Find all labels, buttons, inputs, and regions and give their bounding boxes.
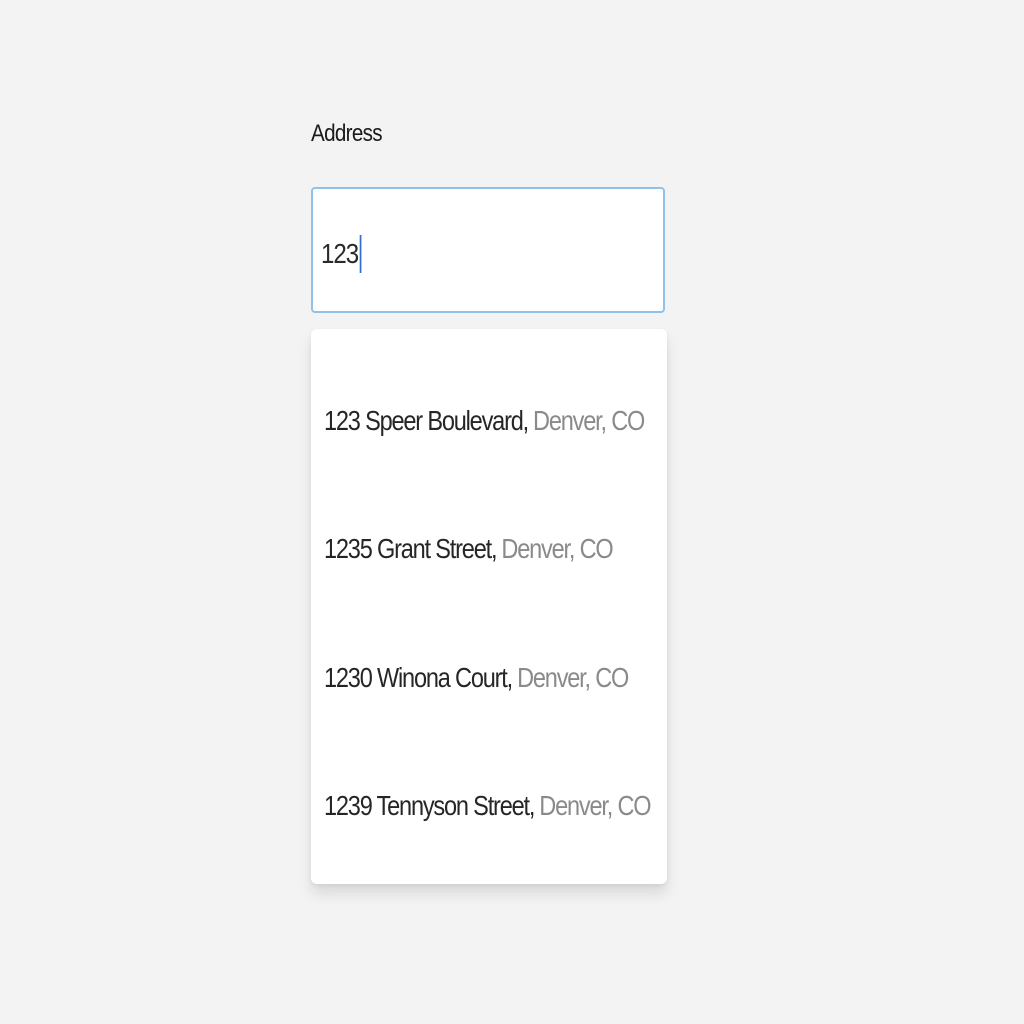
text-caret (359, 235, 362, 273)
suggestion-item[interactable]: 1230 Winona Court, Denver, CO (324, 648, 629, 708)
suggestions-dropdown: 123 Speer Boulevard, Denver, CO 1235 Gra… (311, 329, 667, 884)
address-label: Address (311, 120, 383, 147)
suggestion-street: 1239 Tennyson Street, (324, 790, 535, 821)
suggestion-street: 1235 Grant Street, (324, 533, 498, 564)
suggestion-city: Denver, CO (517, 662, 629, 693)
suggestion-city: Denver, CO (501, 533, 613, 564)
suggestion-street: 123 Speer Boulevard, (324, 405, 529, 436)
address-input[interactable]: 123 (311, 187, 665, 313)
suggestion-item[interactable]: 1239 Tennyson Street, Denver, CO (324, 776, 652, 836)
suggestion-city: Denver, CO (533, 405, 645, 436)
suggestion-street: 1230 Winona Court, (324, 662, 513, 693)
address-input-value-wrapper: 123 (321, 235, 362, 273)
address-input-value: 123 (321, 238, 359, 269)
address-autocomplete-page: Address 123 123 Speer Boulevard, Denver,… (0, 0, 1024, 1024)
suggestion-city: Denver, CO (539, 790, 651, 821)
suggestion-item[interactable]: 123 Speer Boulevard, Denver, CO (324, 391, 645, 451)
suggestion-item[interactable]: 1235 Grant Street, Denver, CO (324, 519, 614, 579)
